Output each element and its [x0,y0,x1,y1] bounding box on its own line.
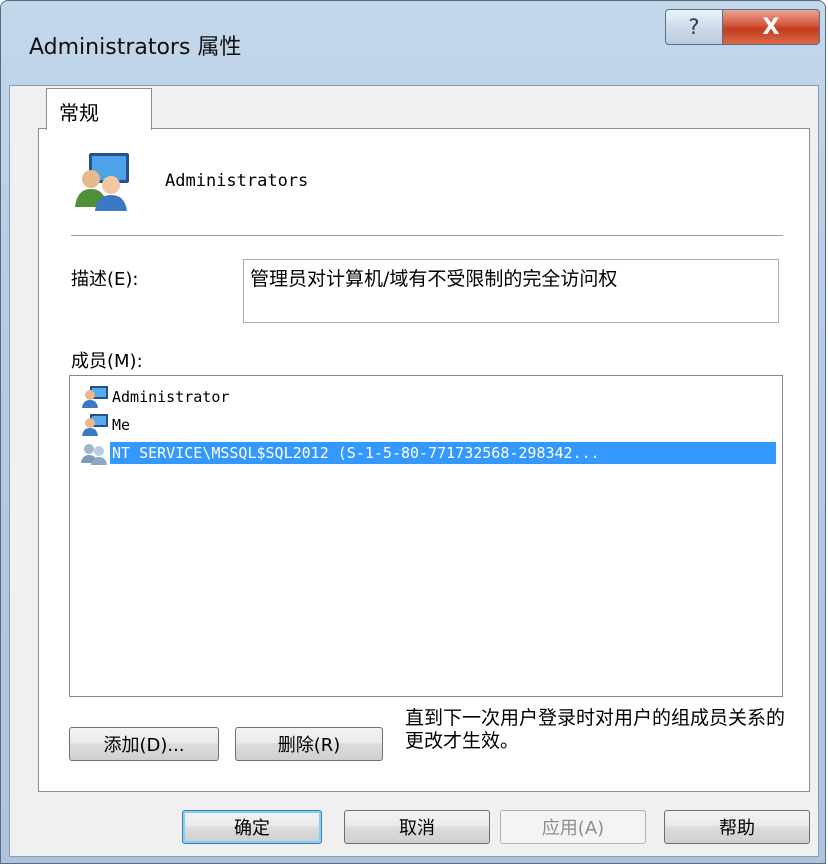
user-icon [82,414,108,436]
group-name: Administrators [165,171,309,191]
membership-change-note: 直到下一次用户登录时对用户的组成员关系的更改才生效。 [405,707,786,752]
ok-button[interactable]: 确定 [182,810,322,844]
close-icon: X [762,14,780,40]
dialog-client-area: 常规 Administrators 描述(E): 管理员对计算机/域有不受限制的… [9,85,819,857]
apply-button[interactable]: 应用(A) [500,810,646,844]
members-label: 成员(M): [71,351,143,372]
member-me[interactable]: Me [80,412,132,438]
user-group-icon [75,153,129,211]
members-list[interactable]: Administrator Me NT SERVICE\MSSQL$SQL201… [69,375,783,697]
question-icon: ? [688,15,700,39]
tab-general[interactable]: 常规 [46,88,152,130]
properties-dialog: Administrators 属性 ? X 常规 Administrators … [0,0,826,864]
member-nt-service-mssql[interactable]: NT SERVICE\MSSQL$SQL2012 (S-1-5-80-77173… [80,440,776,466]
general-tab-panel: Administrators 描述(E): 管理员对计算机/域有不受限制的完全访… [38,128,810,792]
add-button[interactable]: 添加(D)... [69,727,219,761]
title-bar[interactable]: Administrators 属性 ? X [1,1,825,85]
member-label: Administrator [112,388,230,406]
description-label: 描述(E): [71,269,139,290]
context-help-button[interactable]: ? [665,9,723,45]
close-button[interactable]: X [722,9,820,45]
window-title: Administrators 属性 [29,35,242,60]
member-label: NT SERVICE\MSSQL$SQL2012 (S-1-5-80-77173… [110,442,776,464]
user-icon [82,386,108,408]
remove-button[interactable]: 删除(R) [235,727,383,761]
description-field[interactable]: 管理员对计算机/域有不受限制的完全访问权 [243,259,779,323]
member-label: Me [112,416,131,434]
cancel-button[interactable]: 取消 [344,810,490,844]
service-group-icon [81,444,107,465]
separator [71,235,783,237]
help-button[interactable]: 帮助 [664,810,810,844]
member-administrator[interactable]: Administrator [80,384,231,410]
